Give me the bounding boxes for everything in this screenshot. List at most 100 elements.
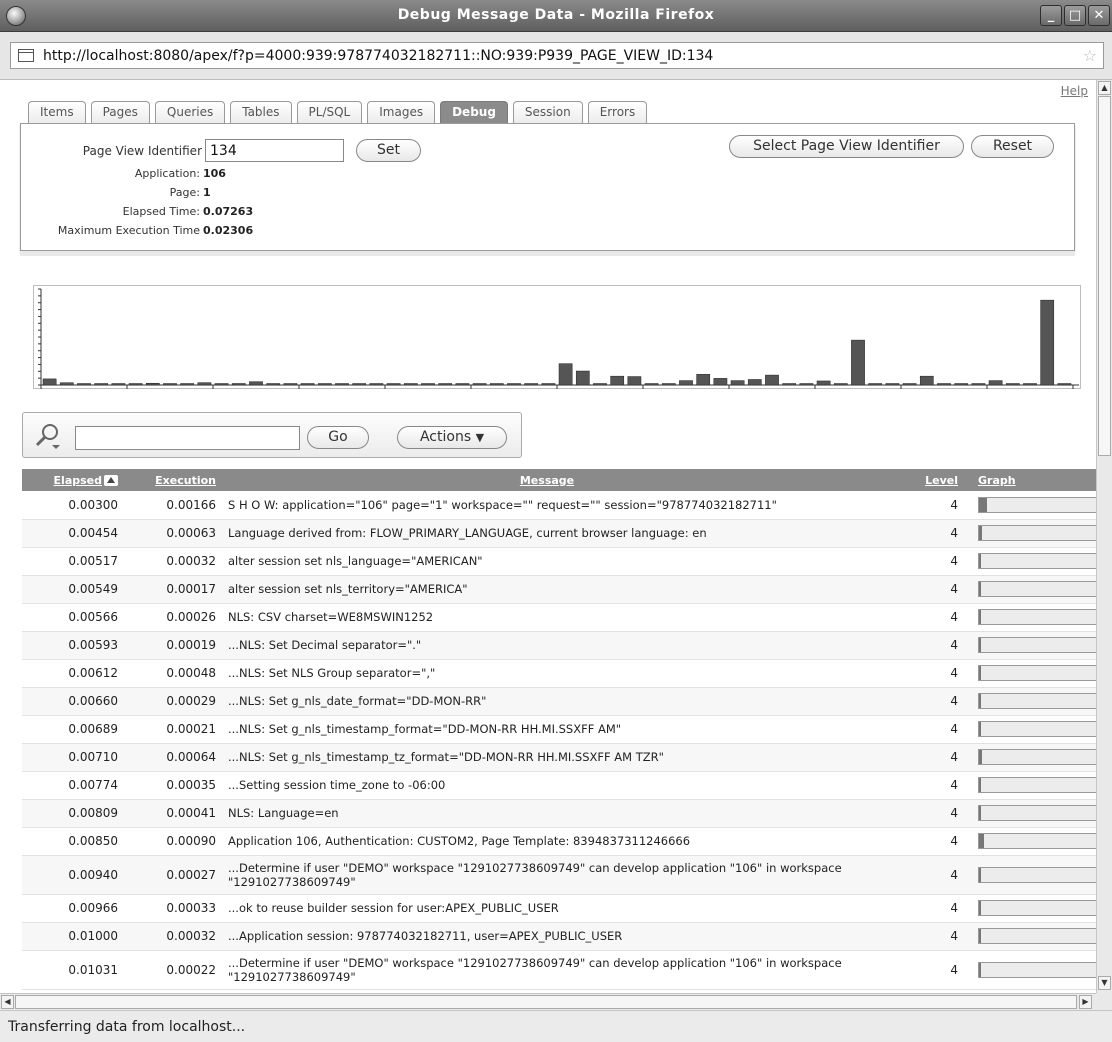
chart-bar[interactable] [42,378,57,386]
chart-bar[interactable] [988,380,1003,386]
chart-bar[interactable] [489,383,504,386]
chart-bar[interactable] [197,382,212,386]
minimize-icon[interactable]: _ [1040,5,1062,26]
chart-bar[interactable] [180,383,195,386]
chart-bar[interactable] [1005,383,1020,386]
tab-images[interactable]: Images [367,101,436,123]
chart-bar[interactable] [575,370,590,386]
chart-bar[interactable] [352,383,367,386]
chart-bar[interactable] [472,383,487,386]
chart-bar[interactable] [971,383,986,386]
chart-bar[interactable] [507,383,521,386]
horizontal-scrollbar[interactable]: ◀ ▶ [0,993,1096,1010]
column-header-level[interactable]: Level [872,469,972,491]
set-button[interactable]: Set [356,139,421,162]
chart-bar[interactable] [747,379,762,386]
chart-bar[interactable] [713,378,728,386]
sort-ascending-icon[interactable] [104,475,118,486]
maximize-icon[interactable]: □ [1064,5,1086,26]
chart-bar[interactable] [163,383,177,386]
chart-bar[interactable] [317,383,332,386]
chart-bar[interactable] [214,383,229,386]
scroll-left-icon[interactable]: ◀ [1,995,14,1009]
chart-bar[interactable] [730,380,745,386]
chart-bar[interactable] [679,380,693,386]
chart-bar[interactable] [128,383,143,386]
scroll-right-icon[interactable]: ▶ [1079,995,1092,1009]
reset-button[interactable]: Reset [971,135,1054,158]
tab-plsql[interactable]: PL/SQL [296,101,363,123]
chart-bar[interactable] [369,383,384,386]
bookmark-star-icon[interactable]: ☆ [1083,46,1097,65]
chart-bar[interactable] [455,383,470,386]
chart-bar[interactable] [94,383,109,386]
page-view-input[interactable] [205,139,344,162]
select-page-view-button[interactable]: Select Page View Identifier [729,135,964,158]
chart-bar[interactable] [644,383,659,386]
chart-bar[interactable] [902,383,917,386]
actions-menu-button[interactable]: Actions ▼ [397,426,507,449]
url-text[interactable]: http://localhost:8080/apex/f?p=4000:939:… [43,48,713,64]
chart-bar[interactable] [438,383,453,386]
column-header-elapsed[interactable]: Elapsed [22,469,124,491]
chart-bar[interactable] [1023,383,1037,386]
chart-bar[interactable] [799,383,814,386]
search-icon[interactable] [32,421,64,451]
chart-bar[interactable] [335,383,349,386]
horizontal-scroll-thumb[interactable] [15,995,1077,1009]
scroll-up-icon[interactable]: ▲ [1098,81,1111,95]
vertical-scrollbar[interactable]: ▲ ▼ [1096,80,1112,993]
chart-bar[interactable] [231,383,246,386]
chart-bar[interactable] [919,375,934,386]
chart-bar[interactable] [266,383,281,386]
chart-bar[interactable] [1057,383,1072,386]
vertical-scroll-thumb[interactable] [1098,96,1111,456]
elapsed-header-label[interactable]: Elapsed [54,474,102,487]
chart-bar[interactable] [765,374,779,386]
chart-bar[interactable] [558,363,573,386]
tab-items[interactable]: Items [28,101,86,123]
chart-bar[interactable] [541,383,556,386]
chart-bar[interactable] [782,383,797,386]
help-link[interactable]: Help [1061,84,1088,98]
chart-bar[interactable] [111,383,126,386]
cell-message: ...ok to reuse builder session for user:… [222,894,872,923]
chart-bar[interactable] [851,339,865,386]
scroll-down-icon[interactable]: ▼ [1098,976,1111,990]
url-bar[interactable]: http://localhost:8080/apex/f?p=4000:939:… [10,42,1104,69]
chart-bar[interactable] [77,383,91,386]
chart-bar[interactable] [145,382,160,386]
chart-bar[interactable] [954,383,969,386]
chart-bar[interactable] [833,383,848,386]
chart-bar[interactable] [283,383,298,386]
chart-bar[interactable] [386,383,401,386]
tab-pages[interactable]: Pages [90,101,150,123]
tab-queries[interactable]: Queries [154,101,226,123]
chart-bar[interactable] [300,383,315,386]
go-button[interactable]: Go [307,426,369,449]
chart-bar[interactable] [1040,299,1055,386]
chart-bar[interactable] [696,374,711,386]
column-header-message[interactable]: Message [222,469,872,491]
chart-bar[interactable] [59,382,74,386]
tab-tables[interactable]: Tables [230,101,292,123]
chart-bar[interactable] [868,383,883,386]
close-icon[interactable]: ✕ [1088,5,1110,26]
chart-bar[interactable] [421,383,435,386]
chart-bar[interactable] [885,383,900,386]
search-input[interactable] [75,426,300,450]
chart-bar[interactable] [937,383,951,386]
chart-bar[interactable] [627,376,642,386]
chart-bar[interactable] [610,375,625,386]
column-header-graph[interactable]: Graph [972,469,1096,491]
chart-bar[interactable] [524,383,539,386]
chart-bar[interactable] [816,380,831,386]
tab-session[interactable]: Session [512,101,583,123]
tab-errors[interactable]: Errors [587,101,648,123]
chart-bar[interactable] [403,383,418,386]
chart-bar[interactable] [593,383,607,386]
column-header-execution[interactable]: Execution [124,469,222,491]
chart-bar[interactable] [249,381,263,386]
tab-debug[interactable]: Debug [440,101,508,123]
chart-bar[interactable] [661,383,676,386]
